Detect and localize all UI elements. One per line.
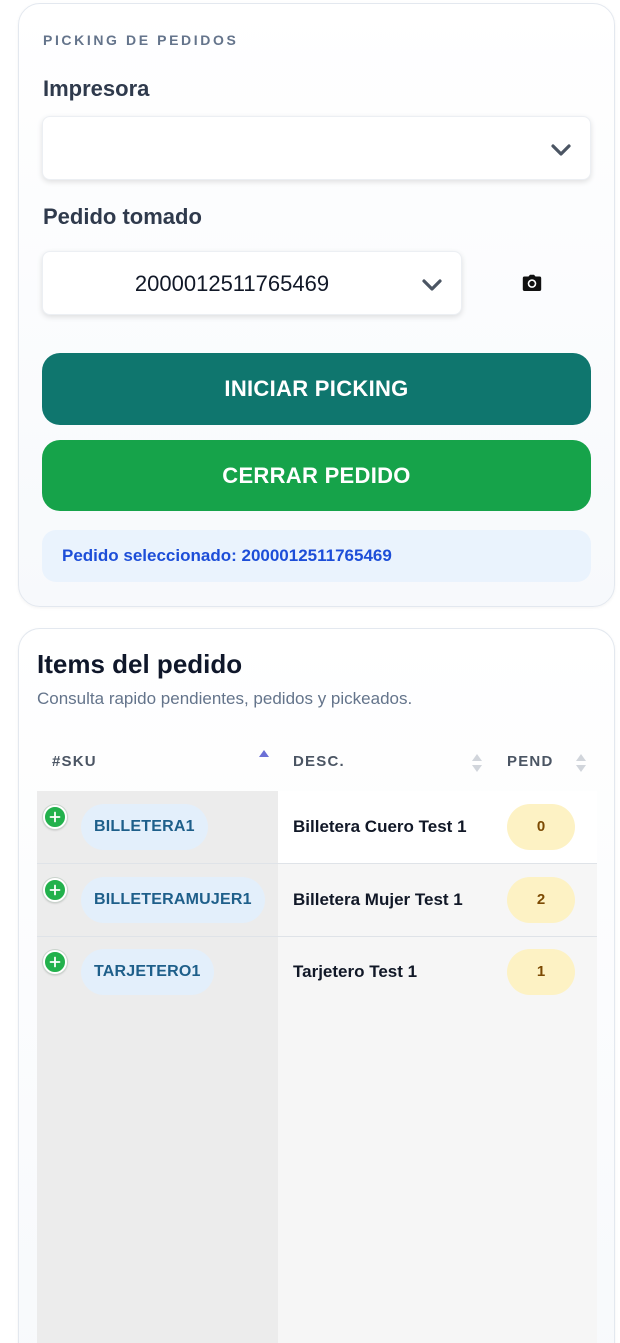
order-items-panel: Items del pedido Consulta rapido pendien… [18, 628, 615, 1343]
sort-ascending-icon[interactable] [259, 748, 269, 768]
column-header-desc[interactable]: DESC. [293, 733, 345, 791]
order-select[interactable]: 2000012511765469 [42, 251, 462, 315]
start-picking-button[interactable]: INICIAR PICKING [42, 353, 591, 425]
sort-icon[interactable] [472, 753, 482, 773]
add-item-button[interactable] [43, 878, 67, 902]
table-row[interactable]: BILLETERAMUJER1 Billetera Mujer Test 1 2 [37, 864, 597, 936]
plus-icon [49, 811, 61, 823]
chevron-down-icon [551, 144, 571, 156]
table-row[interactable]: TARJETERO1 Tarjetero Test 1 1 [37, 936, 597, 1008]
camera-icon [522, 274, 542, 291]
sku-chip: BILLETERA1 [81, 804, 208, 850]
printer-label: Impresora [43, 76, 150, 101]
section-title: PICKING DE PEDIDOS [43, 32, 239, 48]
column-header-sku[interactable]: #SKU [52, 733, 97, 791]
column-header-pend[interactable]: PEND [507, 733, 553, 791]
pending-badge: 2 [507, 877, 575, 923]
sort-icon[interactable] [576, 753, 586, 773]
plus-icon [49, 956, 61, 968]
add-item-button[interactable] [43, 805, 67, 829]
pending-badge: 1 [507, 949, 575, 995]
selected-order-info: Pedido seleccionado: 2000012511765469 [42, 530, 591, 582]
items-subtitle: Consulta rapido pendientes, pedidos y pi… [37, 689, 413, 708]
scan-camera-button[interactable] [519, 270, 545, 296]
items-table: #SKU DESC. PEND BILLETERA1 Billetera Cue… [37, 733, 597, 1343]
item-description: Tarjetero Test 1 [293, 962, 418, 981]
item-description: Billetera Mujer Test 1 [293, 890, 463, 909]
sku-chip: BILLETERAMUJER1 [81, 877, 265, 923]
close-order-button[interactable]: CERRAR PEDIDO [42, 440, 591, 511]
chevron-down-icon [422, 279, 442, 291]
sku-chip: TARJETERO1 [81, 949, 214, 995]
printer-select-value [43, 117, 550, 181]
plus-icon [49, 884, 61, 896]
printer-select[interactable] [42, 116, 591, 180]
add-item-button[interactable] [43, 950, 67, 974]
item-description: Billetera Cuero Test 1 [293, 817, 467, 836]
pending-badge: 0 [507, 804, 575, 850]
table-row[interactable]: BILLETERA1 Billetera Cuero Test 1 0 [37, 791, 597, 863]
order-select-value: 2000012511765469 [134, 271, 330, 296]
items-title: Items del pedido [37, 649, 243, 679]
order-label: Pedido tomado [43, 204, 202, 229]
picking-panel: PICKING DE PEDIDOS Impresora Pedido toma… [18, 3, 615, 607]
